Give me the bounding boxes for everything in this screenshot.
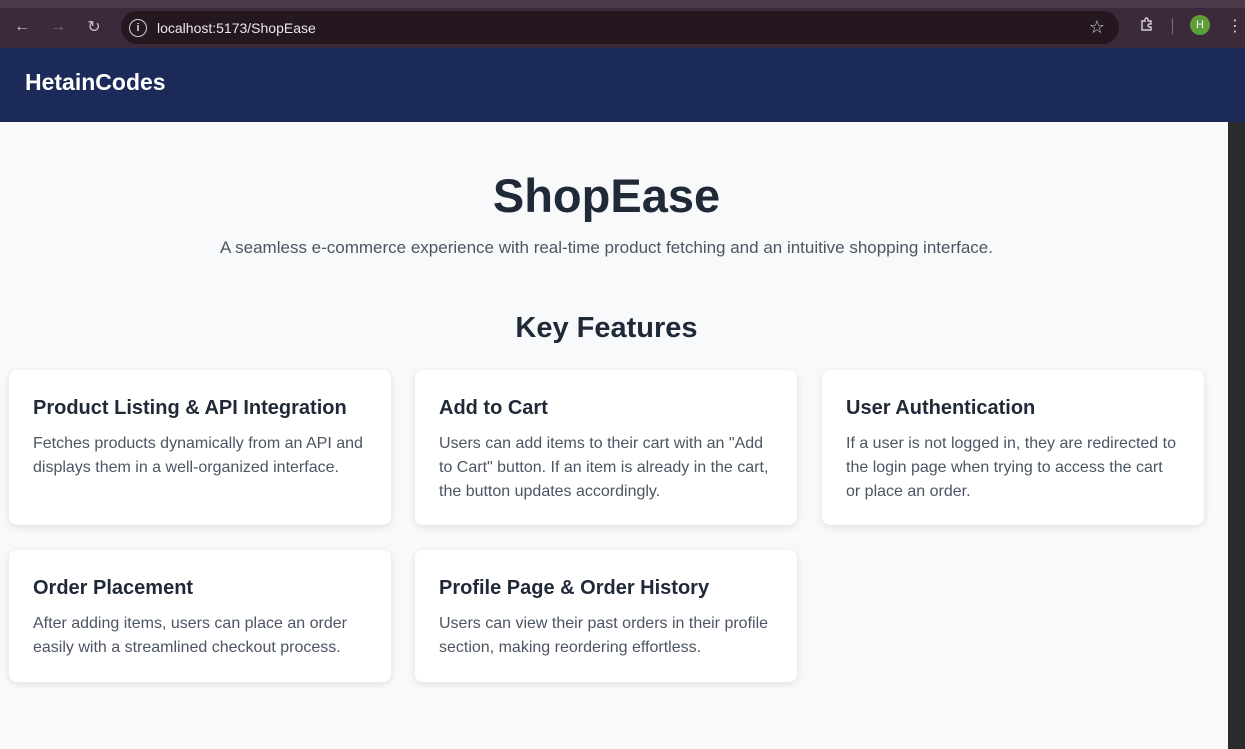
brand-logo[interactable]: HetainCodes [25,69,166,96]
feature-description: If a user is not logged in, they are red… [846,435,1176,500]
feature-card: User Authentication If a user is not log… [822,370,1204,525]
arrow-right-icon: → [50,18,66,35]
feature-title: Add to Cart [439,397,548,419]
feature-description: Fetches products dynamically from an API… [33,435,363,476]
feature-card: Add to Cart Users can add items to their… [415,370,797,525]
feature-title: Profile Page & Order History [439,577,710,599]
page-subtitle: A seamless e-commerce experience with re… [220,238,993,257]
puzzle-icon [1141,17,1152,31]
star-icon[interactable]: ☆ [1089,17,1105,38]
kebab-menu-icon: ⋮ [1227,18,1243,35]
browser-toolbar: ← → ↻ i localhost:5173/ShopEase ☆ H ⋮ [0,0,1245,48]
feature-card: Profile Page & Order History Users can v… [415,550,797,682]
url-text[interactable]: localhost:5173/ShopEase [157,20,316,36]
feature-title: Product Listing & API Integration [33,397,347,419]
forward-button[interactable]: → [45,14,71,40]
extensions-button[interactable] [1136,14,1158,36]
feature-card: Product Listing & API Integration Fetche… [9,370,391,525]
feature-description: Users can view their past orders in thei… [439,615,769,656]
reload-button[interactable]: ↻ [81,14,107,40]
back-button[interactable]: ← [9,14,35,40]
feature-description: After adding items, users can place an o… [33,615,347,656]
arrow-left-icon: ← [14,18,30,35]
app-header: HetainCodes [0,48,1245,122]
profile-avatar[interactable]: H [1190,15,1210,35]
reload-icon: ↻ [87,19,101,36]
main-content: ShopEase A seamless e-commerce experienc… [0,122,1228,749]
page-title: ShopEase [492,169,721,222]
features-title: Key Features [515,312,698,344]
feature-title: Order Placement [33,577,194,599]
toolbar-divider [1172,18,1173,34]
feature-description: Users can add items to their cart with a… [439,435,769,500]
browser-menu-button[interactable]: ⋮ [1227,14,1243,38]
page-scrollbar[interactable] [1228,122,1245,749]
feature-title: User Authentication [846,397,1036,419]
feature-card: Order Placement After adding items, user… [9,550,391,682]
address-bar[interactable]: i localhost:5173/ShopEase ☆ [121,11,1119,44]
info-icon[interactable]: i [129,18,147,37]
